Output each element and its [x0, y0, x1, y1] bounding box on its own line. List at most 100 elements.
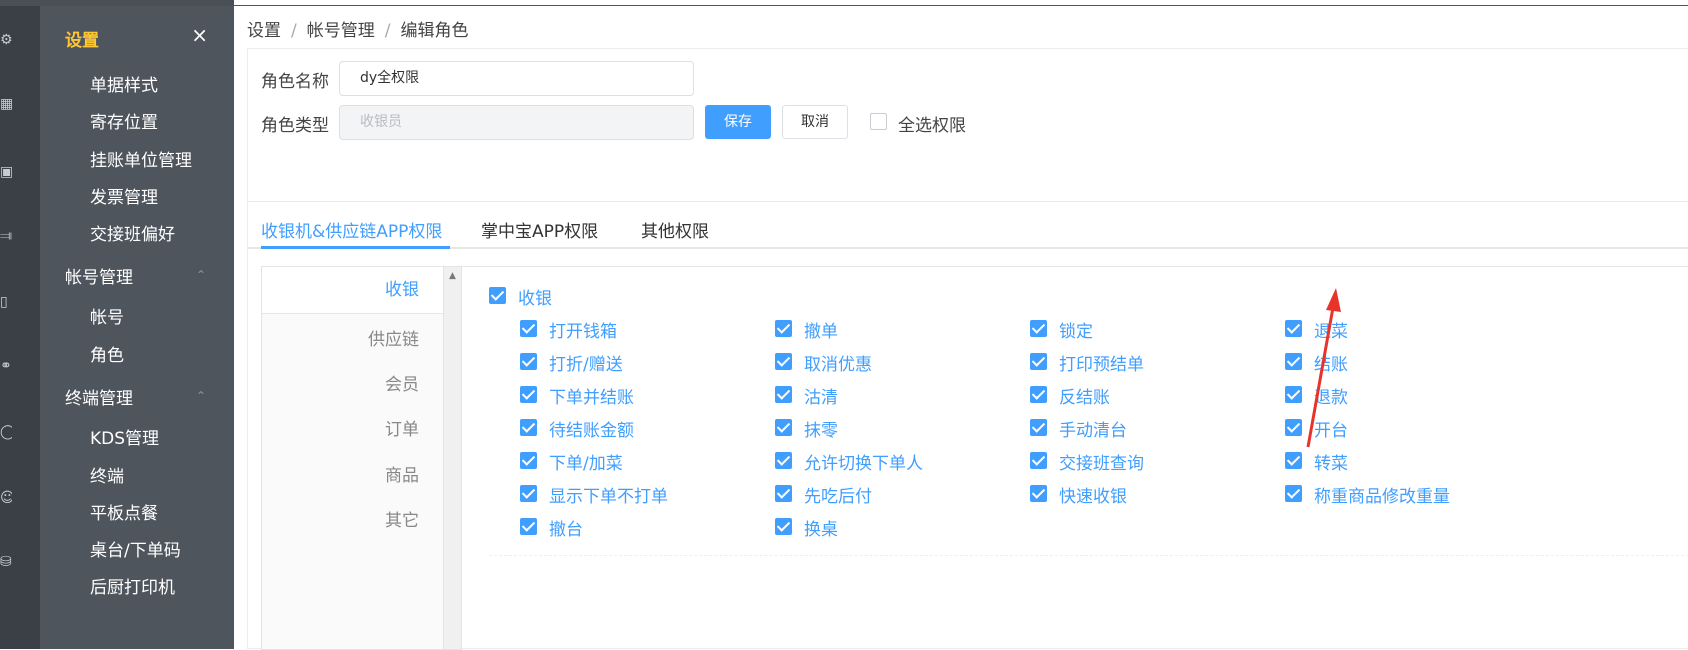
edit-role-card: 角色名称 dy全权限 角色类型 收银员 保存 取消 全选权限 收银机&供应链AP… — [247, 48, 1688, 650]
permission-label[interactable]: 抹零 — [804, 416, 838, 441]
tab-other-permissions[interactable]: 其他权限 — [641, 217, 709, 242]
permission-checkbox[interactable] — [520, 386, 537, 403]
person-settings-icon[interactable]: ☺ — [0, 490, 12, 506]
permission-label[interactable]: 取消优惠 — [804, 350, 872, 375]
close-icon[interactable]: × — [191, 23, 208, 47]
scroll-up-icon[interactable]: ▲ — [449, 271, 456, 281]
sidebar-item-invoice[interactable]: 发票管理 — [90, 183, 158, 208]
permission-label[interactable]: 反结账 — [1059, 383, 1110, 408]
nav-item-goods[interactable]: 商品 — [262, 461, 443, 486]
permission-label[interactable]: 手动清台 — [1059, 416, 1127, 441]
chevron-up-icon[interactable]: ⌃ — [196, 389, 206, 403]
sidebar-group-account[interactable]: 帐号管理 — [65, 263, 133, 288]
permission-label[interactable]: 下单/加菜 — [549, 449, 623, 474]
nav-item-member[interactable]: 会员 — [262, 370, 443, 395]
role-name-input[interactable]: dy全权限 — [339, 61, 694, 96]
permission-label[interactable]: 撤单 — [804, 317, 838, 342]
permission-checkbox[interactable] — [1030, 419, 1047, 436]
nav-item-supply-chain[interactable]: 供应链 — [262, 325, 443, 350]
nav-scrollbar[interactable]: ▲ — [443, 267, 462, 649]
sidebar-title: 设置 — [65, 31, 99, 51]
permission-checkbox[interactable] — [1030, 353, 1047, 370]
permission-checkbox[interactable] — [520, 518, 537, 535]
permission-checkbox[interactable] — [520, 320, 537, 337]
tablet-icon[interactable]: ▯ — [0, 294, 12, 310]
permission-label[interactable]: 允许切换下单人 — [804, 449, 923, 474]
permission-label[interactable]: 交接班查询 — [1059, 449, 1144, 474]
permission-label[interactable]: 称重商品修改重量 — [1314, 482, 1450, 507]
permission-label[interactable]: 下单并结账 — [549, 383, 634, 408]
cancel-button[interactable]: 取消 — [782, 105, 848, 139]
role-type-label: 角色类型 — [261, 116, 329, 136]
sidebar-item-kitchen-printer[interactable]: 后厨打印机 — [90, 573, 175, 598]
share-icon[interactable]: ⫥ — [0, 228, 12, 244]
role-type-select[interactable]: 收银员 — [339, 105, 694, 140]
breadcrumb-separator: / — [384, 21, 391, 41]
sidebar-item-account[interactable]: 帐号 — [90, 303, 124, 328]
permission-label[interactable]: 先吃后付 — [804, 482, 872, 507]
save-button[interactable]: 保存 — [705, 105, 771, 139]
section-divider — [248, 201, 1688, 202]
permission-label[interactable]: 打开钱箱 — [549, 317, 617, 342]
permission-checkbox[interactable] — [520, 485, 537, 502]
sidebar-item-tablet-order[interactable]: 平板点餐 — [90, 499, 158, 524]
section-title[interactable]: 收银 — [518, 284, 552, 309]
permission-checkbox[interactable] — [1030, 485, 1047, 502]
permission-label[interactable]: 撤台 — [549, 515, 583, 540]
permission-checkbox[interactable] — [775, 485, 792, 502]
breadcrumb-item[interactable]: 帐号管理 — [307, 21, 375, 41]
settings-icon[interactable]: ⚙ — [0, 32, 12, 48]
sidebar-item-table-code[interactable]: 桌台/下单码 — [90, 536, 181, 561]
annotation-arrow — [1306, 288, 1341, 448]
nav-item-other[interactable]: 其它 — [262, 506, 443, 531]
breadcrumb-item[interactable]: 设置 — [247, 21, 281, 41]
permission-checkbox[interactable] — [775, 518, 792, 535]
permission-label[interactable]: 沽清 — [804, 383, 838, 408]
permission-checkbox[interactable] — [520, 419, 537, 436]
database-icon[interactable]: ⛁ — [0, 554, 12, 570]
nav-item-cashier[interactable]: 收银 — [262, 267, 443, 314]
sidebar-item-kds[interactable]: KDS管理 — [90, 424, 159, 449]
user-icon[interactable]: ◯ — [0, 424, 12, 440]
sidebar-item-credit-unit[interactable]: 挂账单位管理 — [90, 146, 192, 171]
calendar-icon[interactable]: ▦ — [0, 96, 12, 112]
nav-item-order[interactable]: 订单 — [262, 415, 443, 440]
permission-label[interactable]: 转菜 — [1314, 449, 1348, 474]
permission-checkbox[interactable] — [1030, 452, 1047, 469]
select-all-label[interactable]: 全选权限 — [898, 111, 966, 136]
permission-category-nav: 收银 供应链 会员 订单 商品 其它 ▲ — [261, 266, 462, 650]
permission-checkbox[interactable] — [520, 353, 537, 370]
sidebar-item-terminal[interactable]: 终端 — [90, 462, 124, 487]
permission-checkbox[interactable] — [1285, 452, 1302, 469]
link-icon[interactable]: ⚭ — [0, 358, 12, 374]
sidebar-item-receipt-style[interactable]: 单据样式 — [90, 71, 158, 96]
chevron-up-icon[interactable]: ⌃ — [196, 268, 206, 282]
permission-checkbox[interactable] — [775, 386, 792, 403]
permission-checkbox[interactable] — [775, 452, 792, 469]
permission-checkbox[interactable] — [1030, 320, 1047, 337]
permission-label[interactable]: 待结账金额 — [549, 416, 634, 441]
tab-pos-supply-app[interactable]: 收银机&供应链APP权限 — [261, 217, 442, 242]
permission-label[interactable]: 打印预结单 — [1059, 350, 1144, 375]
permission-label[interactable]: 锁定 — [1059, 317, 1093, 342]
sidebar-item-shift-pref[interactable]: 交接班偏好 — [90, 220, 175, 245]
select-all-checkbox[interactable] — [870, 113, 887, 130]
permission-label[interactable]: 换桌 — [804, 515, 838, 540]
breadcrumb-separator: / — [291, 21, 297, 41]
permission-panel: 收银 打开钱箱 撤单 锁定 退菜 打折/赠送 取消优惠 打印预结单 结账 下单并结账 沽清 反结账退… — [461, 266, 1688, 650]
permission-checkbox[interactable] — [775, 353, 792, 370]
permission-label[interactable]: 快速收银 — [1059, 482, 1127, 507]
permission-checkbox[interactable] — [1030, 386, 1047, 403]
tab-handheld-app[interactable]: 掌中宝APP权限 — [481, 217, 598, 242]
section-checkbox[interactable] — [489, 287, 506, 304]
permission-label[interactable]: 显示下单不打单 — [549, 482, 668, 507]
permission-checkbox[interactable] — [775, 419, 792, 436]
permission-label[interactable]: 打折/赠送 — [549, 350, 623, 375]
permission-checkbox[interactable] — [520, 452, 537, 469]
bag-icon[interactable]: ▣ — [0, 164, 12, 180]
sidebar-item-role[interactable]: 角色 — [90, 341, 124, 366]
sidebar-item-storage-location[interactable]: 寄存位置 — [90, 108, 158, 133]
permission-checkbox[interactable] — [1285, 485, 1302, 502]
permission-checkbox[interactable] — [775, 320, 792, 337]
sidebar-group-terminal[interactable]: 终端管理 — [65, 384, 133, 409]
